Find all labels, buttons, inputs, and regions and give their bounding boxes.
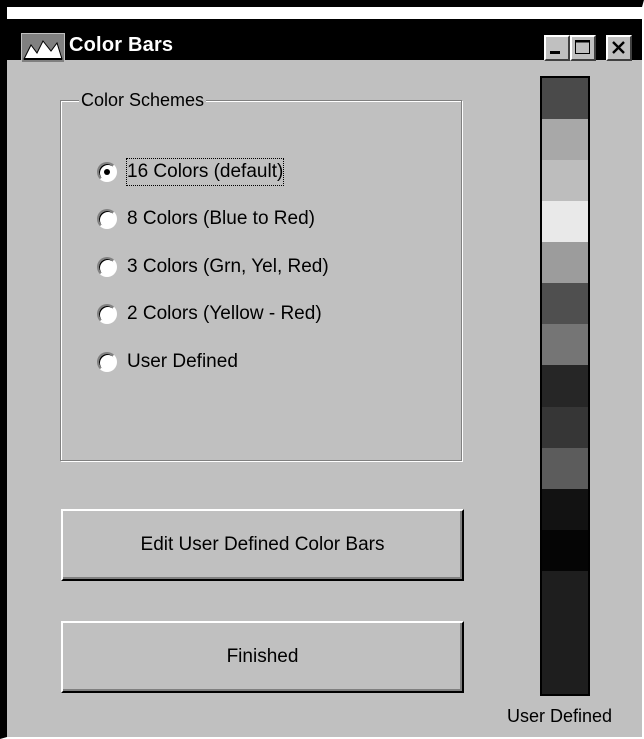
color-swatch: [542, 283, 588, 325]
maximize-button[interactable]: [570, 35, 596, 61]
finished-button[interactable]: Finished: [61, 621, 464, 693]
color-swatch: [542, 160, 588, 202]
radio-button[interactable]: [97, 304, 117, 324]
maximize-icon: [575, 40, 590, 54]
close-icon: [612, 41, 625, 54]
radio-button[interactable]: [97, 162, 117, 182]
radio-selected-dot: [104, 169, 110, 175]
radio-label[interactable]: 16 Colors (default): [125, 158, 285, 186]
radio-button[interactable]: [97, 209, 117, 229]
radio-label[interactable]: 2 Colors (Yellow - Red): [127, 301, 322, 327]
color-schemes-group: [60, 100, 462, 461]
color-swatch: [542, 488, 588, 530]
color-swatch: [542, 119, 588, 161]
color-swatch: [542, 242, 588, 284]
color-swatch: [542, 201, 588, 243]
color-swatch: [542, 447, 588, 489]
radio-label[interactable]: User Defined: [127, 349, 238, 375]
minimize-icon: [550, 51, 560, 54]
radio-label[interactable]: 3 Colors (Grn, Yel, Red): [127, 254, 329, 280]
color-swatch: [542, 406, 588, 448]
radio-button[interactable]: [97, 257, 117, 277]
radio-label[interactable]: 8 Colors (Blue to Red): [127, 206, 315, 232]
color-bar-caption: User Defined: [507, 706, 613, 726]
color-swatch: [542, 324, 588, 366]
edit-user-defined-color-bars-button[interactable]: Edit User Defined Color Bars: [61, 509, 464, 581]
window-title: Color Bars: [69, 34, 174, 56]
color-swatch: [542, 365, 588, 407]
minimize-button[interactable]: [544, 35, 570, 61]
title-bar[interactable]: Color Bars: [7, 7, 642, 63]
color-bar-preview: [540, 76, 590, 696]
color-swatch: [542, 529, 588, 571]
color-swatch: [542, 611, 588, 653]
color-swatch: [542, 570, 588, 612]
radio-button[interactable]: [97, 352, 117, 372]
color-schemes-label: Color Schemes: [79, 90, 207, 111]
close-button[interactable]: [606, 35, 632, 61]
color-swatch: [542, 652, 588, 694]
color-swatch: [542, 78, 588, 120]
color-bars-window: Color Bars Color Schemes 16 Colors (defa…: [0, 0, 644, 739]
color-bars-app-icon: [21, 33, 65, 63]
